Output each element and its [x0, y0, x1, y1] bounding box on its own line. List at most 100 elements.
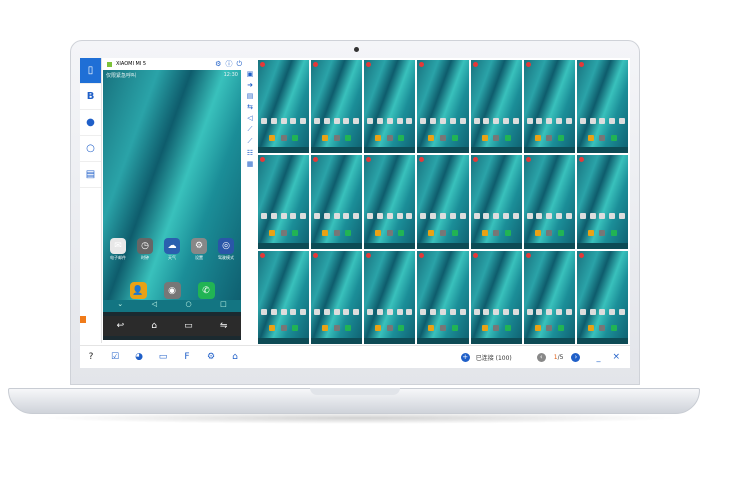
- thumb-dock-icon: [534, 229, 541, 236]
- tool-icon[interactable]: ◁: [247, 114, 252, 122]
- back-icon[interactable]: ◁: [152, 300, 157, 312]
- device-thumbnail[interactable]: [523, 60, 575, 154]
- settings-icon[interactable]: ⚙: [204, 350, 218, 364]
- device-thumbnail[interactable]: [311, 60, 363, 154]
- record-icon: [472, 157, 478, 163]
- thumb-dock-icon: [375, 229, 382, 236]
- thumb-navbar: [364, 147, 416, 154]
- record-icon: [525, 157, 531, 163]
- tool-icon[interactable]: ⟋: [248, 125, 253, 134]
- app-icon[interactable]: ◎ 驾驶模式: [215, 238, 237, 261]
- info-icon[interactable]: ⓘ: [225, 59, 232, 69]
- thumb-navbar: [523, 242, 575, 249]
- thumb-app-icon: [493, 213, 500, 220]
- thumb-dock-icon: [504, 325, 511, 332]
- device-thumbnail[interactable]: [417, 250, 469, 344]
- sidebar-item-chat[interactable]: ●: [80, 110, 101, 136]
- task-icon[interactable]: ☑: [108, 350, 122, 364]
- device-thumbnail[interactable]: [576, 60, 628, 154]
- device-thumbnail[interactable]: [417, 155, 469, 249]
- cloud-icon[interactable]: ⌂: [228, 350, 242, 364]
- laptop-notch: [310, 388, 400, 395]
- sidebar-item-phone[interactable]: ▯: [80, 58, 101, 84]
- sidebar-item-sync[interactable]: ○: [80, 136, 101, 162]
- settings-icon[interactable]: ⚙: [215, 60, 221, 68]
- sidebar-item-file[interactable]: B: [80, 84, 101, 110]
- app-icon[interactable]: ☁ 天气: [161, 238, 183, 261]
- thumb-app-icon: [430, 213, 437, 220]
- app-icon[interactable]: ✉ 电子邮件: [107, 238, 129, 261]
- power-icon[interactable]: ⏻: [236, 60, 242, 69]
- device-thumbnail[interactable]: [523, 250, 575, 344]
- device-thumbnail[interactable]: [311, 155, 363, 249]
- thumb-app-icon: [353, 213, 360, 220]
- prev-page-button[interactable]: ‹: [536, 352, 546, 362]
- minimize-button[interactable]: _: [596, 353, 600, 362]
- device-thumbnail[interactable]: [258, 155, 310, 249]
- device-thumbnail[interactable]: [311, 250, 363, 344]
- sidebar: ▯ B ● ○ ▤: [80, 58, 102, 343]
- dock-app-icon[interactable]: ◉: [163, 282, 181, 299]
- device-thumbnail[interactable]: [258, 60, 310, 154]
- menu-icon[interactable]: ▭: [184, 321, 193, 331]
- sidebar-item-apps[interactable]: ▤: [80, 162, 101, 188]
- rotate-icon[interactable]: ⇋: [220, 321, 228, 331]
- recent-icon[interactable]: □: [220, 300, 227, 312]
- device-thumbnail[interactable]: [576, 155, 628, 249]
- device-thumbnail[interactable]: [470, 60, 522, 154]
- device-thumbnail[interactable]: [364, 250, 416, 344]
- thumb-dock-icon: [280, 229, 287, 236]
- tool-icon[interactable]: ▤: [247, 92, 254, 100]
- contacts-icon[interactable]: ◕: [132, 350, 146, 364]
- thumb-app-icon: [609, 117, 616, 124]
- home-icon[interactable]: ○: [186, 300, 192, 312]
- record-icon: [260, 157, 265, 163]
- thumb-app-icon: [343, 308, 350, 315]
- device-thumbnail[interactable]: [364, 155, 416, 249]
- device-thumbnail[interactable]: [576, 250, 628, 344]
- thumb-dock-row: [580, 325, 625, 332]
- thumb-dock-icon: [322, 229, 329, 236]
- thumb-app-icon: [333, 213, 340, 220]
- device-thumbnail[interactable]: [470, 250, 522, 344]
- thumb-app-icon: [459, 213, 466, 220]
- thumb-app-row: [261, 308, 307, 315]
- next-page-button[interactable]: ›: [571, 352, 581, 362]
- device-thumbnail[interactable]: [364, 60, 416, 154]
- dock-app-icon[interactable]: 👤: [129, 282, 147, 299]
- thumb-dock-row: [420, 134, 465, 141]
- thumb-app-icon: [483, 308, 490, 315]
- down-icon[interactable]: ⌄: [117, 300, 123, 312]
- thumb-navbar: [417, 242, 469, 249]
- thumb-app-row: [473, 308, 519, 315]
- record-icon: [419, 252, 425, 258]
- font-icon[interactable]: F: [180, 350, 194, 364]
- thumb-app-icon: [280, 308, 287, 315]
- tool-icon[interactable]: ☷: [247, 149, 253, 157]
- app-icon[interactable]: ◷ 时钟: [134, 238, 156, 261]
- tool-icon[interactable]: ⇆: [247, 103, 253, 111]
- return-icon[interactable]: ↩: [117, 321, 125, 331]
- thumb-app-icon: [618, 213, 625, 220]
- phone-navbar: ⌄ ◁ ○ □: [103, 300, 241, 312]
- message-icon[interactable]: ▭: [156, 350, 170, 364]
- device-thumbnail[interactable]: [258, 250, 310, 344]
- device-thumbnail[interactable]: [417, 60, 469, 154]
- thumb-dock-icon: [345, 325, 352, 332]
- tool-icon[interactable]: ▦: [247, 160, 254, 168]
- thumb-app-row: [526, 213, 572, 220]
- phone-mirror[interactable]: 仅限紧急呼叫 12:30 ✉ 电子邮件 ◷ 时钟 ☁ 天气 ⚙ 设置 ◎ 驾驶模式 👤 ◉ ✆ ⌄ ◁ ○…: [103, 70, 241, 340]
- tool-icon[interactable]: ▣: [247, 70, 254, 78]
- tool-icon[interactable]: ⟋: [248, 137, 253, 146]
- help-icon[interactable]: ?: [84, 350, 98, 364]
- device-thumbnail[interactable]: [470, 155, 522, 249]
- tool-icon[interactable]: ➜: [247, 81, 253, 89]
- close-button[interactable]: ×: [612, 352, 620, 362]
- thumb-dock-icon: [587, 134, 594, 141]
- app-icon[interactable]: ⚙ 设置: [188, 238, 210, 261]
- home-button-icon[interactable]: ⌂: [151, 321, 157, 331]
- dock-app-icon[interactable]: ✆: [197, 282, 215, 299]
- notice-icon[interactable]: [80, 316, 86, 323]
- device-thumbnail[interactable]: [523, 155, 575, 249]
- add-device-button[interactable]: +: [460, 352, 470, 362]
